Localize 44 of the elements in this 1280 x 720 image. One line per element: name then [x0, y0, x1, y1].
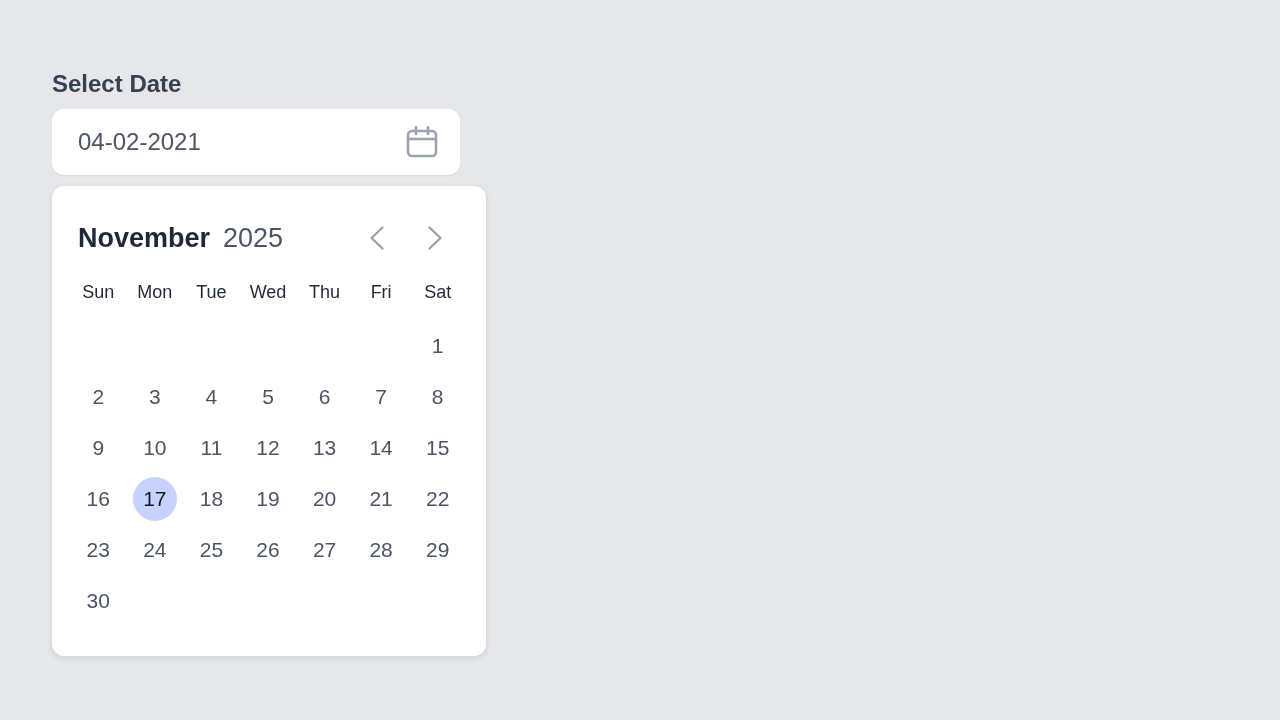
weekday-label: Fri: [370, 281, 392, 304]
day-button[interactable]: 25: [189, 528, 234, 572]
day-button[interactable]: 19: [246, 477, 290, 521]
weekday-label: Wed: [249, 281, 287, 304]
year-label: 2025: [223, 222, 284, 254]
day-button[interactable]: 14: [359, 426, 404, 470]
weekday-label: Mon: [137, 281, 173, 304]
date-field[interactable]: 04-02-2021: [52, 109, 460, 175]
day-button[interactable]: 13: [302, 426, 347, 470]
day-button[interactable]: 5: [246, 375, 290, 419]
chevron-left-icon: [370, 226, 384, 250]
weekday-label: Tue: [196, 281, 227, 304]
day-button[interactable]: 4: [189, 375, 234, 419]
day-button[interactable]: 30: [76, 579, 121, 623]
day-button[interactable]: 24: [132, 528, 177, 572]
day-button[interactable]: 27: [302, 528, 347, 572]
day-button[interactable]: 17: [132, 477, 177, 521]
day-button[interactable]: 28: [359, 528, 404, 572]
day-button[interactable]: 22: [415, 477, 460, 521]
day-button[interactable]: 16: [76, 477, 121, 521]
day-button[interactable]: 6: [302, 375, 347, 419]
calendar-icon[interactable]: [406, 126, 438, 158]
month-label: November: [78, 222, 211, 254]
day-button[interactable]: 12: [246, 426, 290, 470]
day-button[interactable]: 29: [415, 528, 460, 572]
day-button[interactable]: 26: [246, 528, 290, 572]
day-button[interactable]: 9: [76, 426, 121, 470]
day-button[interactable]: 23: [76, 528, 121, 572]
weekday-label: Sun: [82, 281, 115, 304]
day-button[interactable]: 21: [359, 477, 404, 521]
day-button[interactable]: 18: [189, 477, 234, 521]
day-button[interactable]: 20: [302, 477, 347, 521]
day-button[interactable]: 1: [415, 324, 460, 368]
field-label: Select Date: [52, 70, 182, 98]
day-button[interactable]: 2: [76, 375, 121, 419]
day-button[interactable]: 3: [132, 375, 177, 419]
day-button[interactable]: 11: [189, 426, 234, 470]
day-button[interactable]: 10: [132, 426, 177, 470]
weekday-label: Thu: [309, 281, 341, 304]
day-button[interactable]: 15: [415, 426, 460, 470]
day-button[interactable]: 8: [415, 375, 460, 419]
weekday-label: Sat: [424, 281, 452, 304]
day-button[interactable]: 7: [359, 375, 404, 419]
chevron-right-icon: [428, 226, 442, 250]
